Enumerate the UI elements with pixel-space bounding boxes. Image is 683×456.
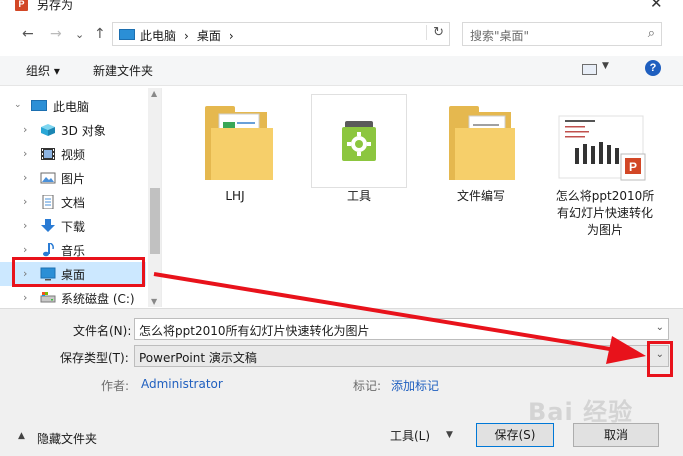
watermark: Bai 经验 [528,398,634,426]
annotation-arrow [153,272,646,364]
